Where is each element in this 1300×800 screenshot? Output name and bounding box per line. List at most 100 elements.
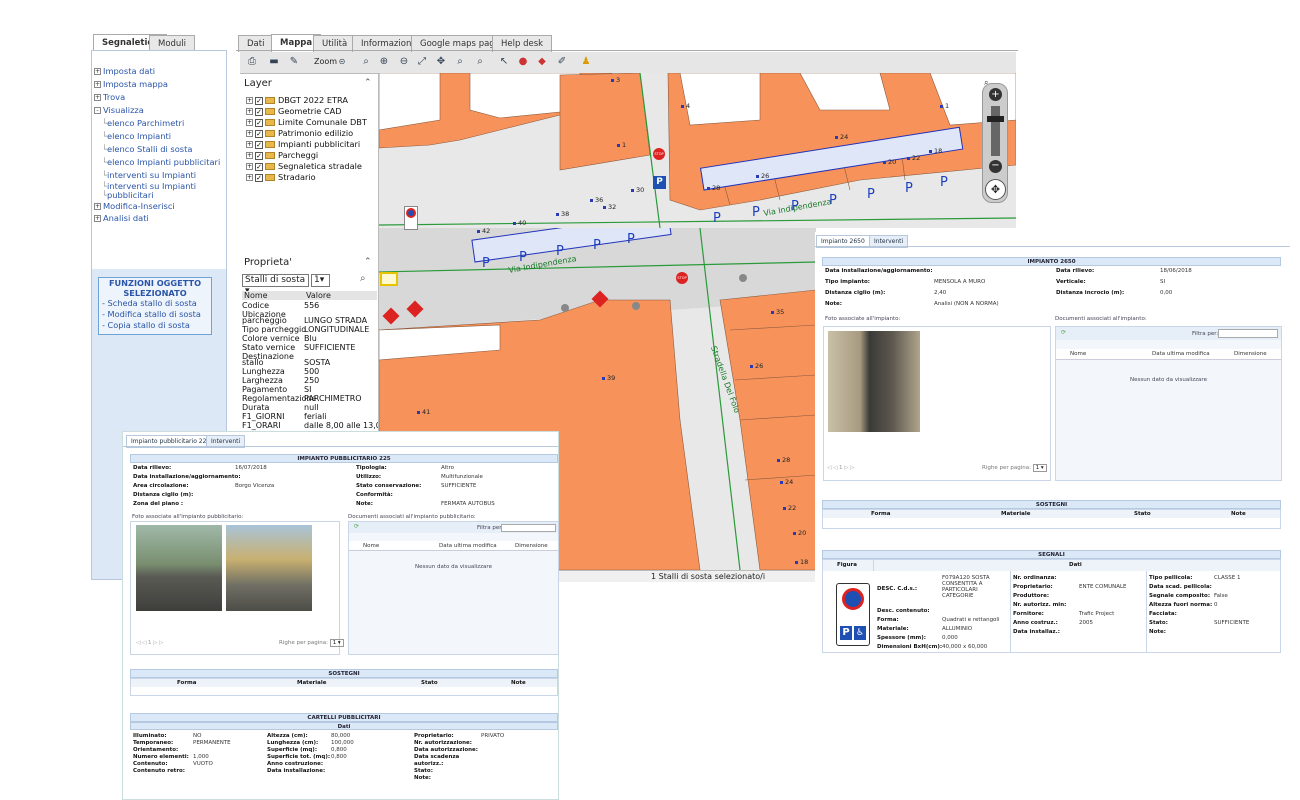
zoom-out-icon[interactable]: − — [989, 160, 1002, 173]
tree-item[interactable]: └elenco Stalli di sosta — [102, 144, 192, 154]
parking-stall-icon[interactable]: P — [519, 250, 527, 265]
zoom-previous-icon[interactable]: ⌕ — [454, 56, 466, 68]
expand-icon[interactable]: + — [246, 174, 253, 181]
expand-icon[interactable]: + — [94, 215, 101, 222]
zoom-track[interactable] — [991, 106, 1000, 156]
col-nome[interactable]: Nome — [363, 543, 379, 549]
tree-item[interactable]: - Visualizza — [94, 105, 144, 115]
expand-icon[interactable]: + — [246, 152, 253, 159]
tree-item[interactable]: └elenco Impianti pubblicitari — [102, 157, 220, 167]
tree-item[interactable]: + Modifica-Inserisci — [94, 201, 175, 211]
layer-checkbox[interactable]: ✓ — [255, 162, 263, 171]
record-select[interactable]: 1▾ — [311, 274, 330, 287]
tree-item[interactable]: + Analisi dati — [94, 213, 149, 223]
expand-icon[interactable]: + — [246, 163, 253, 170]
layer-item[interactable]: + ✓ Patrimonio edilizio — [246, 128, 353, 138]
layer-checkbox[interactable]: ✓ — [255, 140, 263, 149]
parking-stall-icon[interactable]: P — [791, 199, 799, 214]
zoom-in-icon[interactable]: ⊕ — [378, 56, 390, 68]
photo-thumbnail[interactable] — [226, 525, 312, 611]
stop-sign-icon[interactable]: STOP — [653, 148, 665, 160]
selected-stall-highlight[interactable] — [380, 272, 398, 286]
layer-item[interactable]: + ✓ Segnaletica stradale — [246, 161, 362, 171]
zoom-window-icon[interactable]: ⌕ — [360, 56, 372, 68]
parking-stall-icon[interactable]: P — [482, 256, 490, 271]
zoom-next-icon[interactable]: ⌕ — [474, 56, 486, 68]
layer-item[interactable]: + ✓ Impianti pubblicitari — [246, 139, 360, 149]
no-parking-sign-icon[interactable] — [404, 206, 418, 230]
layer-item[interactable]: + ✓ DBGT 2022 ETRA — [246, 95, 348, 105]
expand-icon[interactable]: + — [94, 81, 101, 88]
parking-stall-icon[interactable]: P — [867, 187, 875, 202]
tree-item[interactable]: └elenco Impianti — [102, 131, 171, 141]
function-link-copia[interactable]: - Copia stallo di sosta — [102, 320, 211, 331]
rows-per-page-select[interactable]: 1 ▾ — [1032, 464, 1047, 472]
layer-item[interactable]: + ✓ Geometrie CAD — [246, 106, 342, 116]
map-view[interactable] — [379, 73, 1016, 228]
parking-stall-icon[interactable]: P — [593, 238, 601, 253]
function-link-modifica[interactable]: - Modifica stallo di sosta — [102, 309, 211, 320]
collapse-icon[interactable]: ⌃ — [364, 78, 372, 88]
tree-item[interactable]: └pubblicitari — [102, 190, 154, 200]
print-icon[interactable]: ⎙ — [246, 56, 258, 68]
tree-item[interactable]: + Imposta mappa — [94, 79, 168, 89]
parking-stall-icon[interactable]: P — [713, 211, 721, 226]
zoom-handle[interactable] — [987, 116, 1004, 122]
expand-icon[interactable]: - — [94, 107, 101, 114]
tree-item[interactable]: + Trova — [94, 92, 125, 102]
layer-checkbox[interactable]: ✓ — [255, 96, 263, 105]
col-dimensione[interactable]: Dimensione — [515, 543, 548, 549]
pan-icon[interactable]: ✥ — [435, 56, 447, 68]
edit-icon[interactable]: ✎ — [288, 56, 300, 68]
function-link-scheda[interactable]: - Scheda stallo di sosta — [102, 298, 211, 309]
select-area-icon[interactable]: ◆ — [536, 56, 548, 68]
zoom-extent-icon[interactable]: ⤢ — [416, 56, 428, 68]
zoom-to-icon[interactable]: ⌕ — [360, 273, 366, 284]
measure-icon[interactable]: ▬ — [268, 56, 280, 68]
layer-checkbox[interactable]: ✓ — [255, 118, 263, 127]
chevron-down-icon[interactable]: ⊝ — [336, 56, 348, 68]
expand-icon[interactable]: + — [246, 119, 253, 126]
expand-icon[interactable]: + — [246, 97, 253, 104]
pager-nav[interactable]: ◁ ◁ 1 ▷ ▷ — [827, 465, 854, 471]
collapse-icon[interactable]: ⌃ — [364, 257, 372, 267]
magnifier-icon[interactable]: ⌕ — [984, 78, 988, 88]
parking-stall-icon[interactable]: P — [829, 193, 837, 208]
refresh-icon[interactable]: ⟳ — [354, 523, 359, 530]
parking-stall-icon[interactable]: P — [905, 181, 913, 196]
photo-thumbnail[interactable] — [828, 331, 920, 432]
parking-stall-icon[interactable]: P — [556, 244, 564, 259]
photo-thumbnail[interactable] — [136, 525, 222, 611]
pan-arrows-icon[interactable]: ✥ — [985, 179, 1006, 200]
expand-icon[interactable]: + — [246, 130, 253, 137]
zoom-slider[interactable]: + − ✥ — [982, 83, 1008, 203]
layer-checkbox[interactable]: ✓ — [255, 151, 263, 160]
tree-item[interactable]: + Imposta dati — [94, 66, 155, 76]
layer-item[interactable]: + ✓ Limite Comunale DBT — [246, 117, 367, 127]
user-icon[interactable]: ♟ — [580, 56, 592, 68]
parking-sign-icon[interactable]: P — [653, 176, 666, 189]
pager-nav[interactable]: ◁ ◁ 1 ▷ ▷ — [136, 640, 163, 646]
stop-sign-icon[interactable]: STOP — [676, 272, 688, 284]
zoom-label[interactable]: Zoom — [314, 57, 337, 66]
refresh-icon[interactable]: ⟳ — [1061, 329, 1066, 336]
layer-checkbox[interactable]: ✓ — [255, 107, 263, 116]
select-point-icon[interactable]: ● — [517, 56, 529, 68]
filter-input[interactable] — [1218, 329, 1278, 338]
layer-checkbox[interactable]: ✓ — [255, 129, 263, 138]
col-nome[interactable]: Nome — [1070, 351, 1086, 357]
col-data-modifica[interactable]: Data ultima modifica — [1152, 351, 1210, 357]
parking-stall-icon[interactable]: P — [940, 175, 948, 190]
zoom-out-icon[interactable]: ⊖ — [398, 56, 410, 68]
parking-stall-icon[interactable]: P — [752, 205, 760, 220]
filter-input[interactable] — [501, 524, 556, 532]
tree-item[interactable]: └elenco Parchimetri — [102, 118, 184, 128]
col-data-modifica[interactable]: Data ultima modifica — [439, 543, 497, 549]
expand-icon[interactable]: + — [246, 141, 253, 148]
info-icon[interactable]: ✐ — [556, 56, 568, 68]
layer-item[interactable]: + ✓ Stradario — [246, 172, 316, 182]
layer-select[interactable]: Stalli di sosta ▾ — [242, 274, 309, 296]
col-dimensione[interactable]: Dimensione — [1234, 351, 1267, 357]
tree-item[interactable]: └interventi su Impianti — [102, 170, 196, 180]
select-pointer-icon[interactable]: ↖ — [498, 56, 510, 68]
